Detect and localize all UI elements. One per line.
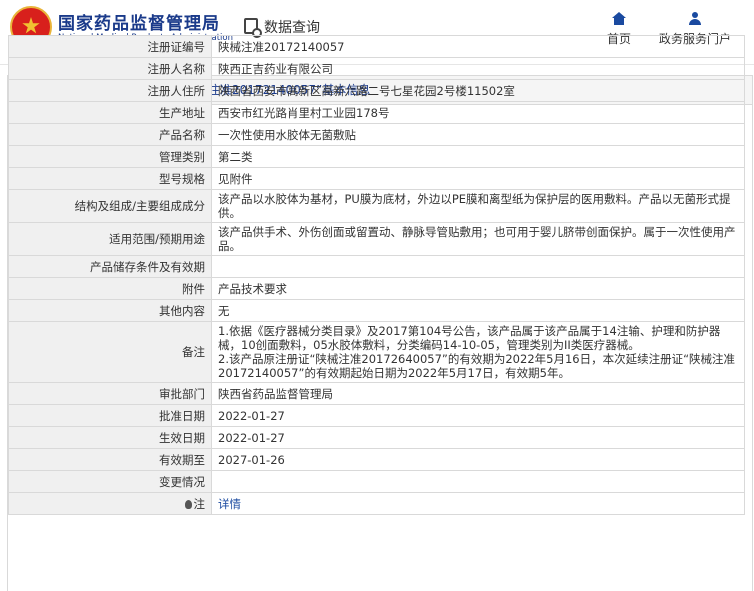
row-key: 适用范围/预期用途	[8, 222, 212, 256]
table-row: 其他内容无	[8, 299, 745, 322]
table-row: 产品储存条件及有效期	[8, 255, 745, 278]
note-key: 注	[8, 492, 212, 515]
home-icon	[612, 12, 626, 26]
row-value: 陕西省药品监督管理局	[211, 382, 745, 405]
row-value: 该产品供手术、外伤创面或留置动、静脉导管贴敷用；也可用于婴儿脐带创面保护。属于一…	[211, 222, 745, 256]
row-value	[211, 255, 745, 278]
row-key: 型号规格	[8, 167, 212, 190]
table-row: 备注 1.依据《医疗器械分类目录》及2017第104号公告，该产品属于该产品属于1…	[8, 321, 745, 383]
row-value: 2022-01-27	[211, 404, 745, 427]
row-key: 其他内容	[8, 299, 212, 322]
row-value: 产品技术要求	[211, 277, 745, 300]
row-value: 陕械注准20172140057	[211, 35, 745, 58]
row-value: 陕西正吉药业有限公司	[211, 57, 745, 80]
row-value: 西安市红光路肖里村工业园178号	[211, 101, 745, 124]
table-row: 审批部门 陕西省药品监督管理局	[8, 382, 745, 405]
row-value: 第二类	[211, 145, 745, 168]
row-key: 审批部门	[8, 382, 212, 405]
row-value: 无	[211, 299, 745, 322]
data-search-icon[interactable]	[244, 18, 262, 38]
row-key: 管理类别	[8, 145, 212, 168]
note-key-label: 注	[193, 496, 206, 511]
row-key: 注册人住所	[8, 79, 212, 102]
table-row: 生产地址 西安市红光路肖里村工业园178号	[8, 101, 745, 124]
row-value: 2027-01-26	[211, 448, 745, 471]
table-row: 注册证编号 陕械注准20172140057	[8, 35, 745, 58]
table-row-note: 注详情	[8, 492, 745, 515]
info-table: 注册证编号 陕械注准20172140057 注册人名称 陕西正吉药业有限公司 注册人住所…	[8, 35, 745, 515]
row-value: 见附件	[211, 167, 745, 190]
table-row: 结构及组成/主要组成成分 该产品以水胶体为基材，PU膜为底材，外边以PE膜和离型纸…	[8, 189, 745, 223]
user-icon	[688, 12, 702, 26]
row-key: 产品名称	[8, 123, 212, 146]
row-key: 注册证编号	[8, 35, 212, 58]
row-key: 附件	[8, 277, 212, 300]
row-key: 批准日期	[8, 404, 212, 427]
table-row: 产品名称 一次性使用水胶体无菌敷贴	[8, 123, 745, 146]
row-key: 生产地址	[8, 101, 212, 124]
table-row: 注册人住所 陕西省西安市高新区高新六路二号七星花园2号楼11502室	[8, 79, 745, 102]
details-link[interactable]: 详情	[218, 497, 241, 511]
row-key: 注册人名称	[8, 57, 212, 80]
row-value: 一次性使用水胶体无菌敷贴	[211, 123, 745, 146]
table-row: 适用范围/预期用途 该产品供手术、外伤创面或留置动、静脉导管贴敷用；也可用于婴儿脐…	[8, 222, 745, 256]
table-row: 注册人名称 陕西正吉药业有限公司	[8, 57, 745, 80]
table-row: 附件 产品技术要求	[8, 277, 745, 300]
row-key: 变更情况	[8, 470, 212, 493]
data-search-link[interactable]: 数据查询	[264, 17, 320, 37]
table-row: 有效期至 2027-01-26	[8, 448, 745, 471]
row-value: 2022-01-27	[211, 426, 745, 449]
row-value: 1.依据《医疗器械分类目录》及2017第104号公告，该产品属于该产品属于14注…	[211, 321, 745, 383]
note-value-cell: 详情	[211, 492, 745, 515]
row-value: 该产品以水胶体为基材，PU膜为底材，外边以PE膜和离型纸为保护层的医用敷料。产品…	[211, 189, 745, 223]
site-title[interactable]: 国家药品监督管理局	[58, 9, 220, 34]
row-value: 陕西省西安市高新区高新六路二号七星花园2号楼11502室	[211, 79, 745, 102]
table-row: 管理类别 第二类	[8, 145, 745, 168]
row-key: 结构及组成/主要组成成分	[8, 189, 212, 223]
row-key: 产品储存条件及有效期	[8, 255, 212, 278]
row-key: 有效期至	[8, 448, 212, 471]
lightbulb-icon	[184, 499, 192, 509]
table-row: 批准日期 2022-01-27	[8, 404, 745, 427]
row-key: 生效日期	[8, 426, 212, 449]
table-row: 型号规格 见附件	[8, 167, 745, 190]
row-key: 备注	[8, 321, 212, 383]
row-value	[211, 470, 745, 493]
table-row: 生效日期 2022-01-27	[8, 426, 745, 449]
table-row: 变更情况	[8, 470, 745, 493]
